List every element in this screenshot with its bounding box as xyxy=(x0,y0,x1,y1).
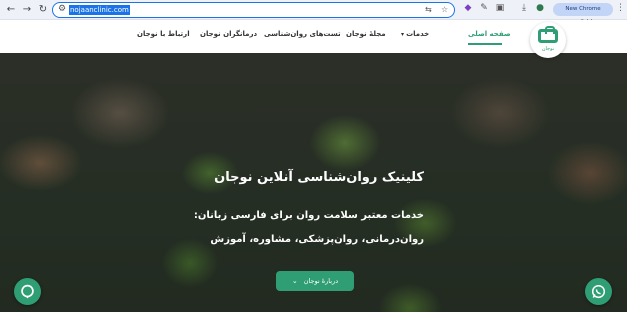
forward-arrow-icon[interactable]: → xyxy=(20,3,34,17)
chevron-down-icon: ⌄ xyxy=(291,277,298,285)
nav-contact[interactable]: ارتباط با نوجان xyxy=(137,30,190,38)
chat-button[interactable] xyxy=(14,278,41,305)
nav-services[interactable]: ▾ خدمات xyxy=(401,30,429,38)
browser-toolbar: ← → ↻ ⚙ nojaanclinic.com ⇆ ☆ ◆ ✎ ▣ ⤓ ● N… xyxy=(0,0,627,25)
hero-services-list: روان‌درمانی، روان‌پزشکی، مشاوره، آموزش xyxy=(210,234,424,245)
url-text[interactable]: nojaanclinic.com xyxy=(69,5,130,15)
address-bar[interactable]: ⚙ nojaanclinic.com ⇆ ☆ xyxy=(52,2,455,18)
hero-banner: کلینیک روان‌شناسی آنلاین نوجان خدمات معت… xyxy=(0,53,627,312)
reload-icon[interactable]: ↻ xyxy=(36,3,50,17)
hero-subtitle: خدمات معتبر سلامت روان برای فارسی زبانان… xyxy=(193,210,424,221)
pen-icon[interactable]: ✎ xyxy=(478,3,490,13)
nav-therapists[interactable]: درمانگران نوجان xyxy=(200,30,257,38)
nav-magazine[interactable]: مجلهٔ نوجان xyxy=(346,30,386,38)
about-button[interactable]: ⌄ دربارهٔ نوجان xyxy=(276,271,354,291)
extension-icon[interactable]: ◆ xyxy=(462,3,474,13)
puzzle-icon[interactable]: ▣ xyxy=(494,3,506,13)
site-info-icon[interactable]: ⚙ xyxy=(58,4,66,14)
active-nav-underline xyxy=(468,43,502,45)
back-arrow-icon[interactable]: ← xyxy=(4,3,18,17)
whatsapp-button[interactable] xyxy=(585,278,612,305)
site-logo[interactable]: نوجان xyxy=(530,22,566,58)
chat-icon xyxy=(21,284,34,299)
whatsapp-icon xyxy=(591,284,606,299)
logo-icon xyxy=(538,26,558,43)
chrome-update-button[interactable]: New Chrome available xyxy=(553,3,613,25)
hero-title: کلینیک روان‌شناسی آنلاین نوجان xyxy=(214,170,424,185)
logo-text: نوجان xyxy=(541,46,555,52)
translate-icon[interactable]: ⇆ xyxy=(425,5,432,14)
nav-services-label: خدمات xyxy=(406,30,430,38)
profile-icon[interactable]: ● xyxy=(534,3,546,13)
nav-tests[interactable]: تست‌های روان‌شناسی xyxy=(264,30,341,38)
kebab-menu-icon[interactable]: ⋮ xyxy=(616,3,625,13)
about-button-label: دربارهٔ نوجان xyxy=(303,277,339,285)
bookmark-star-icon[interactable]: ☆ xyxy=(441,5,448,14)
download-icon[interactable]: ⤓ xyxy=(518,3,530,13)
nav-home[interactable]: صفحه اصلی xyxy=(468,30,511,38)
